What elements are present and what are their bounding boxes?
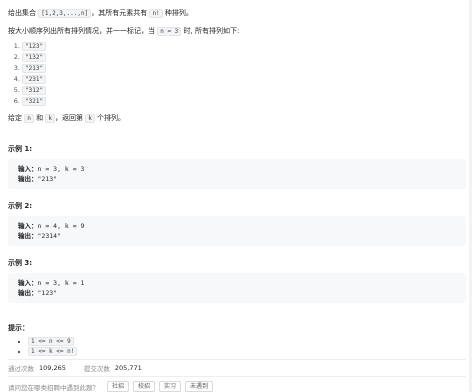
example-1-title: 示例 1: <box>8 145 33 153</box>
task-paragraph: 给定 n 和 k ，返回第 k 个排列。 <box>8 113 466 124</box>
list-item: "123" <box>22 41 466 52</box>
problem-description: 给出集合 [1,2,3,...,n] ，其所有元素共有 n! 种排列。 按大小顺序… <box>8 8 466 357</box>
tag-internship[interactable]: 实习 <box>159 381 182 392</box>
task-text: 给定 <box>8 114 22 122</box>
output-value: "2314" <box>37 232 61 240</box>
intro-paragraph-1: 给出集合 [1,2,3,...,n] ，其所有元素共有 n! 种排列。 <box>8 8 466 19</box>
permutation-code: "312" <box>22 86 47 95</box>
stats-row: 通过次数 109,265 提交次数 205,771 <box>8 363 142 373</box>
example-2-title: 示例 2: <box>8 202 33 210</box>
submit-count-label: 提交次数 <box>83 365 110 373</box>
permutation-code: "213" <box>22 64 47 73</box>
input-value: n = 4, k = 9 <box>37 222 85 230</box>
hints-list: 1 <= n <= 9 1 <= k <= n! <box>8 337 466 357</box>
k-code: k <box>85 114 95 123</box>
task-text: 和 <box>36 114 44 122</box>
interview-question: 请问您在哪类招聘中遇到此题？ <box>8 383 99 392</box>
tag-not-encountered[interactable]: 未遇到 <box>185 381 214 392</box>
list-item: 1 <= n <= 9 <box>28 337 466 347</box>
permutation-code: "132" <box>22 53 47 62</box>
task-text: 个排列。 <box>97 114 126 122</box>
permutation-code: "231" <box>22 75 47 84</box>
divider <box>8 359 466 360</box>
example-3-box: 输入：n = 3, k = 1 输出："123" <box>8 273 466 303</box>
intro-paragraph-2: 按大小顺序列出所有排列情况，并一一标记，当 n = 3 时, 所有排列如下: <box>8 26 466 37</box>
input-label: 输入： <box>18 165 38 173</box>
interview-question-row: 请问您在哪类招聘中遇到此题？ 社招 校招 实习 未遇到 <box>8 381 214 392</box>
task-text: ，返回第 <box>54 114 83 122</box>
example-2-box: 输入：n = 4, k = 9 输出："2314" <box>8 216 466 246</box>
hint-code: 1 <= n <= 9 <box>28 337 74 346</box>
factorial-code: n! <box>149 9 163 18</box>
list-item: "321" <box>22 96 466 107</box>
permutation-list: "123" "132" "213" "231" "312" "321" <box>8 41 466 107</box>
divider <box>8 376 466 377</box>
permutation-code: "123" <box>22 42 47 51</box>
example-1-box: 输入：n = 3, k = 3 输出："213" <box>8 159 466 189</box>
n-equals-code: n = 3 <box>157 27 182 36</box>
hints-title: 提示： <box>8 324 29 332</box>
list-item: "213" <box>22 63 466 74</box>
output-label: 输出： <box>18 175 38 183</box>
example-3-title: 示例 3: <box>8 259 33 267</box>
input-label: 输入： <box>18 279 38 287</box>
list-item: "231" <box>22 74 466 85</box>
intro-text: 种排列。 <box>164 9 193 17</box>
scrollbar[interactable] <box>469 0 472 392</box>
input-label: 输入： <box>18 222 38 230</box>
input-value: n = 3, k = 1 <box>37 279 85 287</box>
permutation-code: "321" <box>22 97 47 106</box>
set-code: [1,2,3,...,n] <box>38 9 92 18</box>
list-item: 1 <= k <= n! <box>28 347 466 357</box>
intro-text: 给出集合 <box>8 9 36 17</box>
submit-count-value: 205,771 <box>114 364 142 372</box>
input-value: n = 3, k = 3 <box>37 165 85 173</box>
output-value: "213" <box>37 175 58 183</box>
problem-page: { "intro": { "p1_a": "给出集合", "p1_set": "… <box>0 0 474 392</box>
pass-count-value: 109,265 <box>39 364 66 372</box>
tag-campus-recruit[interactable]: 校招 <box>133 381 156 392</box>
hint-code: 1 <= k <= n! <box>28 347 78 356</box>
pass-count-label: 通过次数 <box>8 365 34 373</box>
intro-text: ，其所有元素共有 <box>91 9 148 17</box>
list-item: "312" <box>22 85 466 96</box>
intro-text: 时, 所有排列如下: <box>183 27 240 35</box>
n-code: n <box>24 114 34 123</box>
output-label: 输出： <box>18 232 38 240</box>
output-value: "123" <box>37 289 58 297</box>
list-item: "132" <box>22 52 466 63</box>
tag-social-recruit[interactable]: 社招 <box>107 381 130 392</box>
intro-text: 按大小顺序列出所有排列情况，并一一标记，当 <box>8 27 155 35</box>
k-code: k <box>45 114 55 123</box>
output-label: 输出： <box>18 289 38 297</box>
